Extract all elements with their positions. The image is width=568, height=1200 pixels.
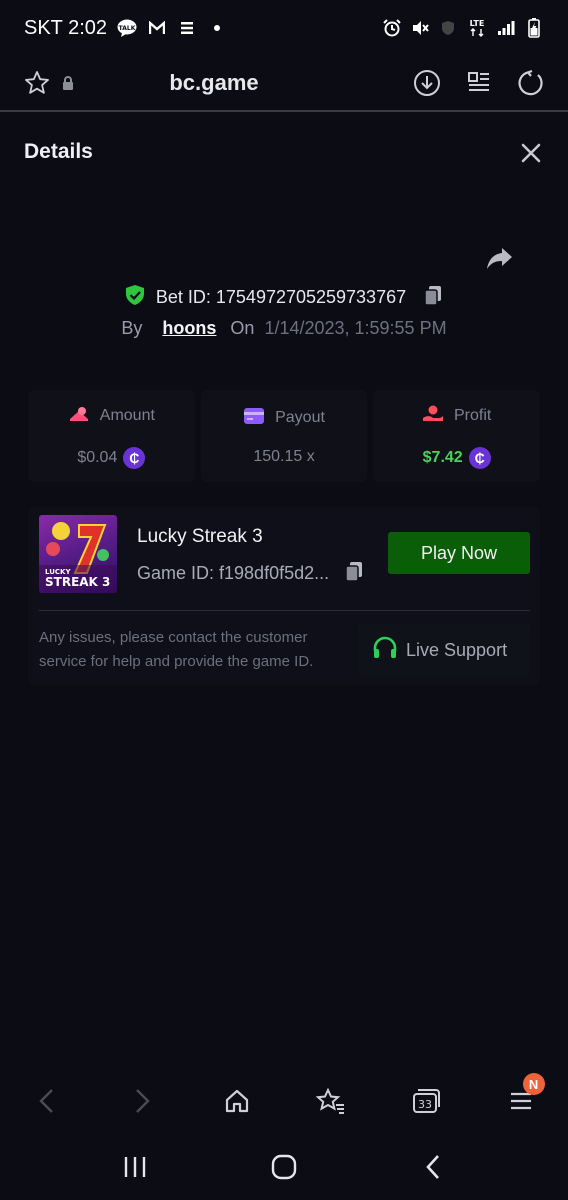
tabs-icon[interactable]: 33 (404, 1079, 448, 1123)
verified-shield-icon (124, 284, 146, 311)
copy-icon[interactable] (422, 284, 444, 311)
talk-icon: TALK (117, 18, 137, 38)
favorite-star-icon[interactable] (20, 66, 54, 100)
stats-row: Amount $0.04 ₵ Payout 150.15 x Profit $7… (28, 390, 541, 482)
browser-bar: bc.game (0, 56, 568, 112)
svg-text:TALK: TALK (119, 25, 136, 32)
system-nav-bar (0, 1134, 568, 1200)
stat-value-payout: 150.15 x (253, 447, 315, 465)
game-thumbnail[interactable]: LUCKY STREAK 3 (39, 515, 117, 593)
shield-icon (438, 18, 458, 38)
bet-id: Bet ID: 1754972705259733767 (155, 287, 407, 307)
stat-label-amount: Amount (99, 407, 155, 424)
divider (39, 610, 530, 611)
stat-profit: Profit $7.42 ₵ (373, 390, 541, 482)
svg-text:LTE: LTE (470, 19, 485, 28)
mute-icon (410, 18, 430, 38)
alarm-icon (382, 18, 402, 38)
menu-icon[interactable]: N (499, 1073, 545, 1123)
lock-icon (58, 66, 78, 100)
download-icon[interactable] (410, 66, 444, 100)
bet-meta-row: By hoons On 1/14/2023, 1:59:55 PM (0, 318, 568, 339)
close-icon[interactable] (520, 142, 542, 164)
coin-icon: ₵ (123, 446, 146, 469)
stat-value-amount: $0.04 (77, 448, 118, 466)
bookmarks-icon[interactable] (309, 1079, 353, 1123)
lte-icon: LTE (466, 18, 488, 38)
gmail-icon (147, 18, 167, 38)
live-support-button[interactable]: Live Support (358, 624, 530, 676)
coin-icon: ₵ (468, 446, 491, 469)
bet-date: 1/14/2023, 1:59:55 PM (264, 318, 447, 338)
live-support-label: Live Support (406, 639, 508, 660)
game-card: LUCKY STREAK 3 Lucky Streak 3 Game ID: f… (28, 506, 540, 686)
headset-icon (372, 636, 398, 665)
support-info-text: Any issues, please contact the customer … (39, 629, 314, 670)
status-bar: SKT 2:02 TALK LTE (0, 0, 568, 56)
url-text[interactable]: bc.game (78, 70, 350, 96)
game-name: Lucky Streak 3 (137, 526, 263, 547)
notification-badge: N (522, 1073, 545, 1095)
recent-apps-icon[interactable] (113, 1145, 157, 1189)
details-panel: Details Bet ID: 1754972705259733767 By h… (0, 114, 568, 1068)
stat-value-profit: $7.42 (422, 448, 463, 466)
home-icon[interactable] (215, 1079, 259, 1123)
menu-icon (177, 18, 197, 38)
stat-amount: Amount $0.04 ₵ (28, 390, 195, 482)
refresh-icon[interactable] (514, 66, 548, 100)
stat-label-payout: Payout (275, 409, 325, 426)
back-icon[interactable] (25, 1079, 69, 1123)
wallet-icon (243, 407, 265, 430)
panel-title: Details (24, 140, 93, 163)
profit-icon (422, 404, 444, 429)
stat-label-profit: Profit (454, 407, 492, 424)
battery-icon (524, 18, 544, 38)
stat-payout: Payout 150.15 x (200, 390, 368, 482)
game-id-row: Game ID: f198df0f5d2... (137, 560, 365, 587)
carrier-time: SKT 2:02 (24, 16, 108, 39)
signal-icon (496, 18, 516, 38)
thumb-title-bottom: STREAK 3 (45, 575, 110, 589)
game-id: Game ID: f198df0f5d2... (137, 563, 330, 583)
on-label: On (230, 318, 255, 338)
amount-icon (68, 404, 90, 429)
username-link[interactable]: hoons (162, 318, 216, 339)
tabs-count: 33 (418, 1098, 432, 1111)
reader-mode-icon[interactable] (462, 66, 496, 100)
dot-icon (207, 18, 227, 38)
browser-bottom-nav: 33 N (0, 1068, 568, 1134)
copy-icon[interactable] (343, 560, 365, 587)
bet-id-row: Bet ID: 1754972705259733767 (0, 284, 568, 311)
system-back-icon[interactable] (411, 1145, 455, 1189)
forward-icon[interactable] (120, 1079, 164, 1123)
by-label: By (121, 318, 143, 338)
share-icon[interactable] (484, 242, 516, 274)
home-button-icon[interactable] (262, 1145, 306, 1189)
play-now-button[interactable]: Play Now (388, 532, 530, 574)
